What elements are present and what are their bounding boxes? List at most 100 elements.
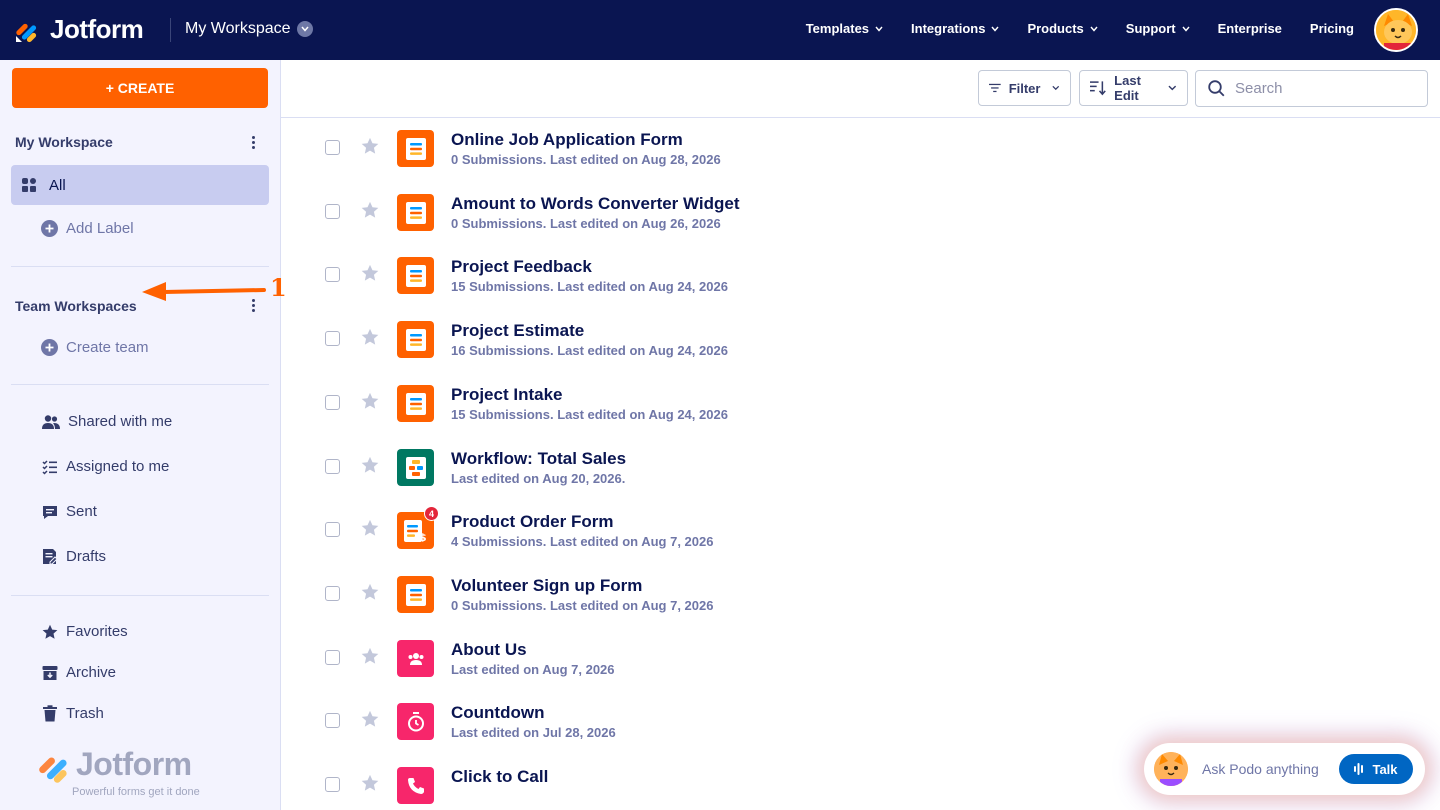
form-title[interactable]: Volunteer Sign up Form	[451, 576, 642, 596]
row-checkbox[interactable]	[325, 459, 340, 474]
form-title[interactable]: Project Intake	[451, 385, 563, 405]
star-icon[interactable]	[361, 710, 379, 728]
search-input[interactable]	[1235, 80, 1415, 97]
talk-button[interactable]: Talk	[1339, 754, 1413, 784]
nav-label: Integrations	[911, 21, 986, 36]
form-row[interactable]: About Us Last edited on Aug 7, 2026	[281, 628, 1440, 692]
nav-links: Templates Integrations Products Support …	[806, 21, 1354, 36]
form-title[interactable]: Workflow: Total Sales	[451, 449, 626, 469]
row-checkbox[interactable]	[325, 777, 340, 792]
nav-enterprise[interactable]: Enterprise	[1218, 21, 1282, 36]
nav-pricing[interactable]: Pricing	[1310, 21, 1354, 36]
star-icon[interactable]	[361, 647, 379, 665]
sidebar-item-sent[interactable]: Sent	[42, 503, 97, 520]
star-icon[interactable]	[361, 583, 379, 601]
star-icon[interactable]	[361, 137, 379, 155]
star-icon[interactable]	[361, 328, 379, 346]
draft-icon	[43, 549, 58, 565]
form-title[interactable]: Online Job Application Form	[451, 130, 683, 150]
form-title[interactable]: About Us	[451, 640, 527, 660]
grid-icon	[22, 178, 36, 192]
jotform-watermark-logo-icon	[39, 757, 67, 783]
row-checkbox[interactable]	[325, 650, 340, 665]
form-row[interactable]: Online Job Application Form 0 Submissions…	[281, 118, 1440, 182]
chevron-down-icon	[875, 26, 883, 32]
sort-icon	[1090, 81, 1106, 96]
form-row[interactable]: Project Feedback 15 Submissions. Last edi…	[281, 245, 1440, 309]
nav-label: Templates	[805, 21, 870, 36]
row-checkbox[interactable]	[325, 204, 340, 219]
sidebar-item-favorites[interactable]: Favorites	[42, 623, 128, 640]
row-checkbox[interactable]	[325, 140, 340, 155]
star-icon[interactable]	[361, 519, 379, 537]
star-icon[interactable]	[361, 264, 379, 282]
star-icon[interactable]	[361, 392, 379, 410]
star-icon[interactable]	[361, 774, 379, 792]
search-box[interactable]	[1195, 70, 1428, 107]
workspace-switcher[interactable]: My Workspace	[185, 20, 313, 38]
form-row[interactable]: Volunteer Sign up Form 0 Submissions. Las…	[281, 564, 1440, 628]
shared-users-icon	[42, 414, 60, 429]
form-icon	[397, 130, 434, 167]
form-title[interactable]: Click to Call	[451, 767, 548, 787]
row-checkbox[interactable]	[325, 586, 340, 601]
sidebar-item-shared[interactable]: Shared with me	[42, 413, 172, 430]
watermark-brand: Jotform	[76, 746, 192, 782]
sidebar-item-label: Assigned to me	[66, 458, 170, 475]
form-row[interactable]: Workflow: Total Sales Last edited on Aug…	[281, 437, 1440, 501]
chevron-down-icon	[1052, 85, 1060, 91]
team-workspaces-kebab-icon[interactable]	[252, 299, 256, 312]
nav-label: Support	[1125, 21, 1176, 36]
star-icon[interactable]	[361, 201, 379, 219]
nav-label: Products	[1027, 21, 1084, 36]
sidebar-item-label: Drafts	[66, 548, 107, 565]
sidebar-divider	[11, 266, 269, 267]
star-icon	[42, 624, 58, 639]
create-button[interactable]: + CREATE	[12, 68, 268, 108]
create-team-button[interactable]: Create team	[41, 339, 149, 356]
search-icon	[1208, 80, 1225, 97]
notification-badge: 4	[424, 506, 439, 521]
podo-prompt: Ask Podo anything	[1202, 761, 1319, 777]
add-label-button[interactable]: Add Label	[41, 220, 134, 237]
form-title[interactable]: Project Estimate	[451, 321, 584, 341]
sidebar-item-trash[interactable]: Trash	[42, 705, 104, 722]
sidebar-item-assigned[interactable]: Assigned to me	[42, 458, 169, 475]
form-row[interactable]: Project Intake 15 Submissions. Last edite…	[281, 373, 1440, 437]
nav-integrations[interactable]: Integrations	[911, 21, 999, 36]
nav-divider	[170, 18, 171, 42]
timer-icon	[397, 703, 434, 740]
sort-button[interactable]: Last Edit	[1079, 70, 1188, 106]
sidebar-item-all[interactable]: All	[11, 165, 269, 205]
form-row[interactable]: $4 Product Order Form 4 Submissions. Last …	[281, 500, 1440, 564]
row-checkbox[interactable]	[325, 395, 340, 410]
form-title[interactable]: Countdown	[451, 703, 544, 723]
row-checkbox[interactable]	[325, 522, 340, 537]
sidebar-item-drafts[interactable]: Drafts	[42, 548, 106, 565]
form-title[interactable]: Product Order Form	[451, 512, 613, 532]
row-checkbox[interactable]	[325, 331, 340, 346]
sidebar-item-label: Archive	[66, 664, 117, 681]
jotform-logo[interactable]: Jotform	[14, 14, 144, 45]
form-row[interactable]: Amount to Words Converter Widget 0 Submis…	[281, 182, 1440, 246]
form-row[interactable]: Project Estimate 16 Submissions. Last edi…	[281, 309, 1440, 373]
my-workspace-kebab-icon[interactable]	[252, 136, 256, 149]
nav-templates[interactable]: Templates	[806, 21, 883, 36]
nav-label: Enterprise	[1217, 21, 1282, 36]
form-subtitle: Last edited on Aug 20, 2026.	[451, 471, 626, 486]
star-icon[interactable]	[361, 456, 379, 474]
jotform-logo-icon	[16, 23, 37, 42]
nav-support[interactable]: Support	[1126, 21, 1190, 36]
form-title[interactable]: Amount to Words Converter Widget	[451, 194, 740, 214]
filter-button[interactable]: Filter	[978, 70, 1071, 106]
sidebar-item-archive[interactable]: Archive	[42, 664, 116, 681]
ask-podo-widget[interactable]: Ask Podo anything Talk	[1144, 743, 1425, 795]
user-avatar[interactable]	[1374, 8, 1418, 52]
row-checkbox[interactable]	[325, 713, 340, 728]
sidebar-divider	[11, 595, 269, 596]
filter-label: Filter	[1008, 80, 1041, 96]
form-title[interactable]: Project Feedback	[451, 257, 592, 277]
row-checkbox[interactable]	[325, 267, 340, 282]
nav-products[interactable]: Products	[1027, 21, 1098, 36]
form-subtitle: Last edited on Aug 7, 2026	[451, 662, 615, 677]
